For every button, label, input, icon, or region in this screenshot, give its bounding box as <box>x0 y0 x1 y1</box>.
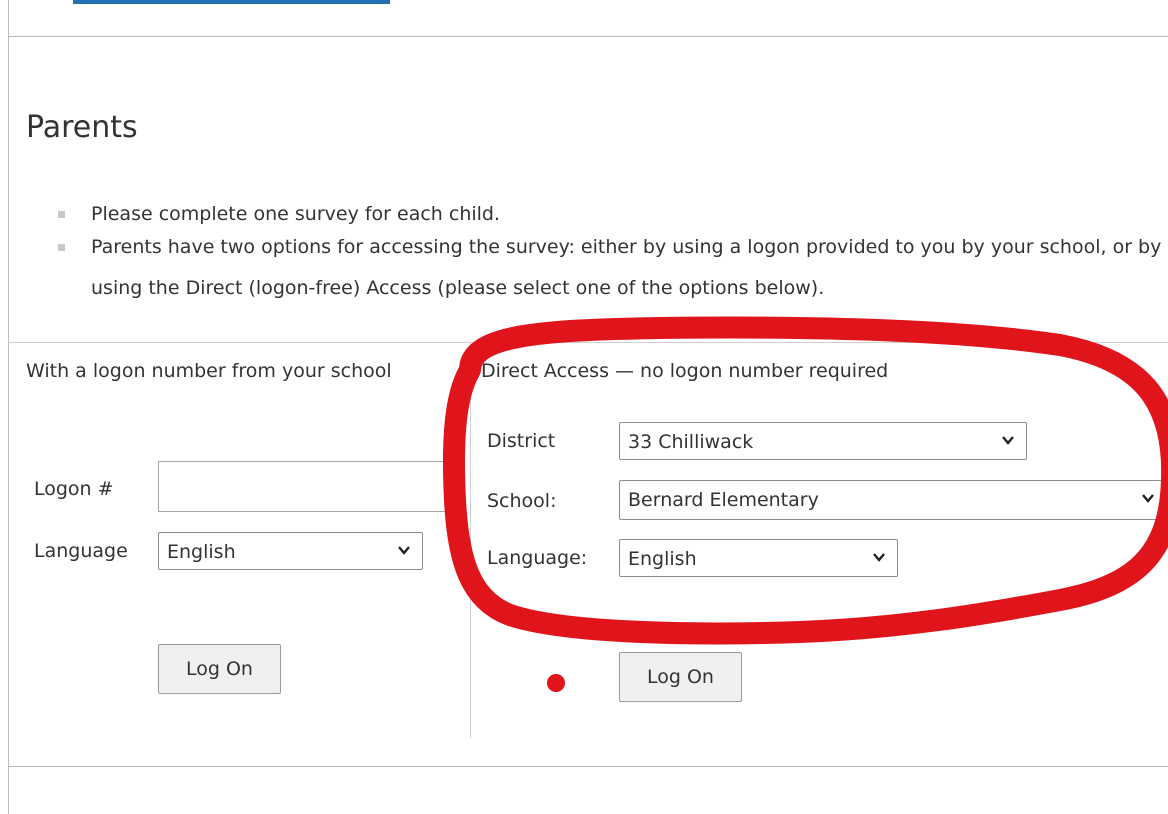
instructions-list: Please complete one survey for each chil… <box>56 197 1168 309</box>
chevron-down-icon <box>398 546 410 555</box>
section-title: Parents <box>26 110 138 145</box>
direct-language-selected-value: English <box>628 548 697 570</box>
school-selected-value: Bernard Elementary <box>628 489 819 511</box>
direct-panel-heading: Direct Access — no logon number required <box>481 360 889 382</box>
language-selected-value: English <box>167 541 236 563</box>
active-tab-indicator <box>73 0 390 4</box>
instruction-text: Parents have two options for accessing t… <box>91 236 1162 299</box>
district-selected-value: 33 Chilliwack <box>628 431 754 453</box>
school-label: School: <box>487 490 557 512</box>
column-divider <box>470 343 471 738</box>
instruction-text: Please complete one survey for each chil… <box>91 203 501 225</box>
language-label: Language <box>34 540 128 562</box>
logon-panel-heading: With a logon number from your school <box>26 360 392 382</box>
bullet-icon <box>58 244 65 251</box>
logon-input[interactable] <box>158 461 458 512</box>
logon-submit-button[interactable]: Log On <box>158 644 281 694</box>
instruction-item: Please complete one survey for each chil… <box>56 197 1091 231</box>
direct-language-label: Language: <box>487 547 588 569</box>
direct-language-select[interactable]: English <box>619 539 898 577</box>
instruction-item: Parents have two options for accessing t… <box>56 227 1168 309</box>
bullet-icon <box>58 211 65 218</box>
direct-submit-button[interactable]: Log On <box>619 652 742 702</box>
district-select[interactable]: 33 Chilliwack <box>619 422 1027 460</box>
district-label: District <box>487 430 556 452</box>
school-select[interactable]: Bernard Elementary <box>619 480 1168 520</box>
red-annotation-dot <box>547 674 565 692</box>
top-divider <box>8 36 1168 37</box>
chevron-down-icon <box>1142 494 1154 503</box>
logon-label: Logon # <box>34 478 114 500</box>
bottom-divider <box>8 766 1168 767</box>
chevron-down-icon <box>873 553 885 562</box>
language-select[interactable]: English <box>158 532 423 570</box>
chevron-down-icon <box>1002 436 1014 445</box>
options-divider <box>8 342 1168 343</box>
left-border <box>8 0 9 814</box>
